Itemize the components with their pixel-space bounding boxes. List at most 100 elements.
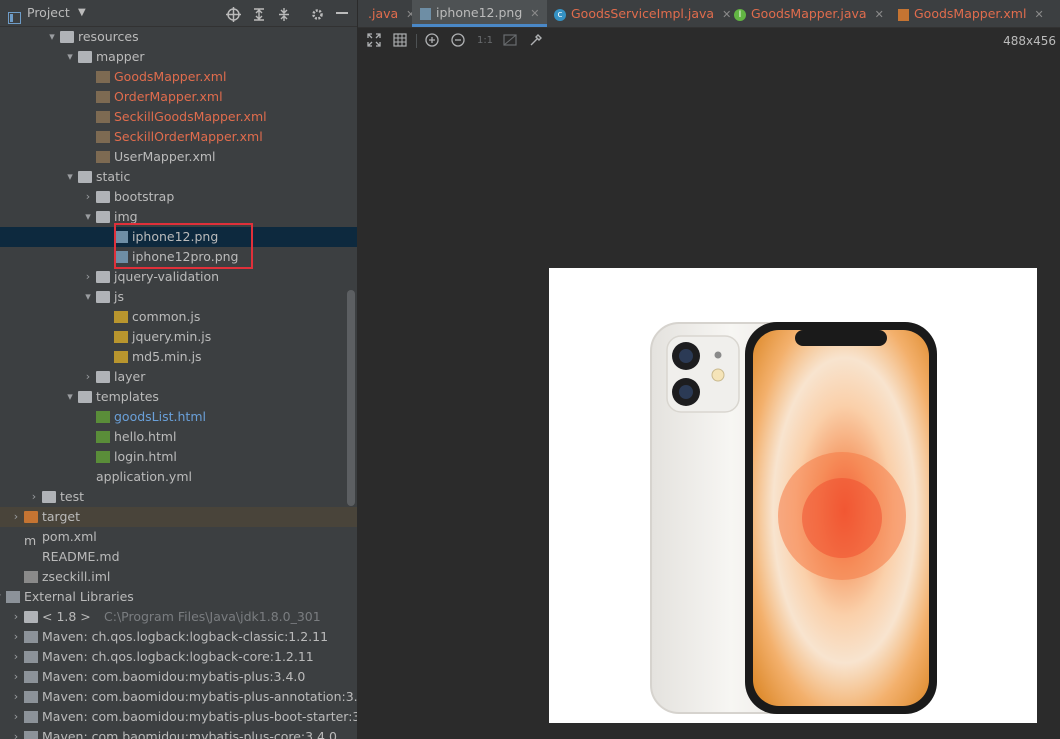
tree-item-label: README.md: [42, 549, 120, 564]
tree-item-label: SeckillOrderMapper.xml: [114, 129, 263, 144]
maven-icon: m: [24, 533, 37, 548]
highlight-box: [114, 223, 253, 269]
tree-item-md5min[interactable]: md5.min.js: [0, 347, 357, 367]
folder-excluded-icon: [24, 511, 38, 523]
tab-goodsserviceimpl[interactable]: c GoodsServiceImpl.java ✕: [546, 0, 739, 27]
tree-item-label: resources: [78, 29, 139, 44]
tree-item-bootstrap[interactable]: › bootstrap: [0, 187, 357, 207]
close-icon[interactable]: ✕: [875, 8, 884, 21]
tree-item-iml[interactable]: zseckill.iml: [0, 567, 357, 587]
chevron-right-icon[interactable]: ›: [10, 627, 22, 647]
tree-item-label: OrderMapper.xml: [114, 89, 223, 104]
chevron-right-icon[interactable]: ›: [10, 707, 22, 727]
tree-item-label: templates: [96, 389, 159, 404]
class-icon: c: [554, 8, 566, 21]
minimize-icon[interactable]: [336, 12, 348, 14]
chevron-down-icon[interactable]: ▾: [64, 47, 76, 67]
library-icon: [24, 631, 38, 643]
actual-size-icon[interactable]: 1:1: [476, 33, 494, 49]
tree-scrollbar[interactable]: [347, 290, 355, 506]
tree-item-commonjs[interactable]: common.js: [0, 307, 357, 327]
folder-icon: [78, 51, 92, 63]
tree-item-label: hello.html: [114, 429, 177, 444]
tree-item-login[interactable]: login.html: [0, 447, 357, 467]
tree-item-hello[interactable]: hello.html: [0, 427, 357, 447]
tree-item-templates[interactable]: ▾ templates: [0, 387, 357, 407]
gear-icon[interactable]: [310, 5, 325, 21]
tree-item-static[interactable]: ▾ static: [0, 167, 357, 187]
tree-item-usermapper[interactable]: UserMapper.xml: [0, 147, 357, 167]
tree-item-m3[interactable]: › Maven: com.baomidou:mybatis-plus:3.4.0: [0, 667, 357, 687]
chevron-down-icon[interactable]: ▼: [78, 0, 86, 26]
tree-item-label: Maven: com.baomidou:mybatis-plus-annotat…: [42, 689, 357, 704]
tree-item-seckillgoods[interactable]: SeckillGoodsMapper.xml: [0, 107, 357, 127]
chevron-right-icon[interactable]: ›: [10, 667, 22, 687]
chevron-down-icon[interactable]: ▾: [64, 167, 76, 187]
tree-item-jdk[interactable]: › < 1.8 > C:\Program Files\Java\jdk1.8.0_3…: [0, 607, 357, 627]
project-panel-title[interactable]: Project: [27, 0, 70, 26]
tree-item-m4[interactable]: › Maven: com.baomidou:mybatis-plus-annota…: [0, 687, 357, 707]
close-icon[interactable]: ✕: [1034, 8, 1043, 21]
folder-icon: [78, 391, 92, 403]
tree-item-label: static: [96, 169, 131, 184]
tree-item-appyml[interactable]: application.yml: [0, 467, 357, 487]
tree-item-label: GoodsMapper.xml: [114, 69, 227, 84]
chevron-right-icon[interactable]: ›: [10, 507, 22, 527]
project-view-icon[interactable]: [8, 7, 21, 24]
tree-item-m6[interactable]: › Maven: com.baomidou:mybatis-plus-core:3…: [0, 727, 357, 739]
project-panel: Project ▼ ▾ resources ▾ mapper GoodsMapper.x…: [0, 0, 357, 739]
chevron-right-icon[interactable]: ›: [28, 487, 40, 507]
tree-item-m2[interactable]: › Maven: ch.qos.logback:logback-core:1.2.…: [0, 647, 357, 667]
grid-icon[interactable]: [392, 33, 408, 49]
background-icon[interactable]: [502, 33, 518, 49]
tree-item-readme[interactable]: README.md: [0, 547, 357, 567]
chevron-right-icon[interactable]: ›: [10, 727, 22, 739]
chevron-right-icon[interactable]: ›: [82, 267, 94, 287]
chevron-down-icon[interactable]: ▾: [82, 287, 94, 307]
fit-window-icon[interactable]: [366, 33, 382, 49]
tree-item-m5[interactable]: › Maven: com.baomidou:mybatis-plus-boot-s…: [0, 707, 357, 727]
chevron-down-icon[interactable]: ▾: [0, 587, 4, 607]
tree-item-goodsmapper[interactable]: GoodsMapper.xml: [0, 67, 357, 87]
expand-all-icon[interactable]: [252, 5, 266, 21]
tree-item-label: target: [42, 509, 81, 524]
chevron-right-icon[interactable]: ›: [10, 687, 22, 707]
chevron-down-icon[interactable]: ▾: [82, 207, 94, 227]
tree-item-resources[interactable]: ▾ resources: [0, 27, 357, 47]
xml-file-icon: [96, 151, 110, 163]
tree-item-layer[interactable]: › layer: [0, 367, 357, 387]
chevron-right-icon[interactable]: ›: [10, 647, 22, 667]
image-editor: .java ✕ iphone12.png ✕ c GoodsServiceImpl.jav…: [358, 0, 1060, 739]
tree-item-jquerymin[interactable]: jquery.min.js: [0, 327, 357, 347]
tree-item-mapper[interactable]: ▾ mapper: [0, 47, 357, 67]
tree-item-js[interactable]: ▾ js: [0, 287, 357, 307]
yml-file-icon: [78, 471, 92, 483]
tree-item-extlib[interactable]: ▾ External Libraries: [0, 587, 357, 607]
chevron-right-icon[interactable]: ›: [10, 607, 22, 627]
chevron-down-icon[interactable]: ▾: [46, 27, 58, 47]
locate-icon[interactable]: [226, 5, 241, 22]
close-icon[interactable]: ✕: [530, 7, 539, 20]
library-icon: [24, 651, 38, 663]
tree-item-goodslist[interactable]: goodsList.html: [0, 407, 357, 427]
tree-item-label: mapper: [96, 49, 145, 64]
tree-item-ordermapper[interactable]: OrderMapper.xml: [0, 87, 357, 107]
chevron-right-icon[interactable]: ›: [82, 187, 94, 207]
tree-item-m1[interactable]: › Maven: ch.qos.logback:logback-classic:1…: [0, 627, 357, 647]
tab-iphone12[interactable]: iphone12.png ✕: [412, 0, 548, 27]
chevron-right-icon[interactable]: ›: [82, 367, 94, 387]
folder-icon: [42, 491, 56, 503]
zoom-out-icon[interactable]: [450, 33, 466, 49]
tree-item-jqueryval[interactable]: › jquery-validation: [0, 267, 357, 287]
tab-goodsmapper-java[interactable]: I GoodsMapper.java ✕: [726, 0, 892, 27]
tree-item-pom[interactable]: m pom.xml: [0, 527, 357, 548]
tab-goodsmapper-xml[interactable]: GoodsMapper.xml ✕: [890, 0, 1052, 27]
color-picker-icon[interactable]: [528, 33, 544, 49]
chevron-down-icon[interactable]: ▾: [64, 387, 76, 407]
collapse-all-icon[interactable]: [277, 5, 291, 21]
tree-item-test[interactable]: › test: [0, 487, 357, 507]
tree-item-seckillorder[interactable]: SeckillOrderMapper.xml: [0, 127, 357, 147]
tree-item-target[interactable]: › target: [0, 507, 357, 527]
zoom-in-icon[interactable]: [424, 33, 440, 49]
html-file-icon: [96, 451, 110, 463]
